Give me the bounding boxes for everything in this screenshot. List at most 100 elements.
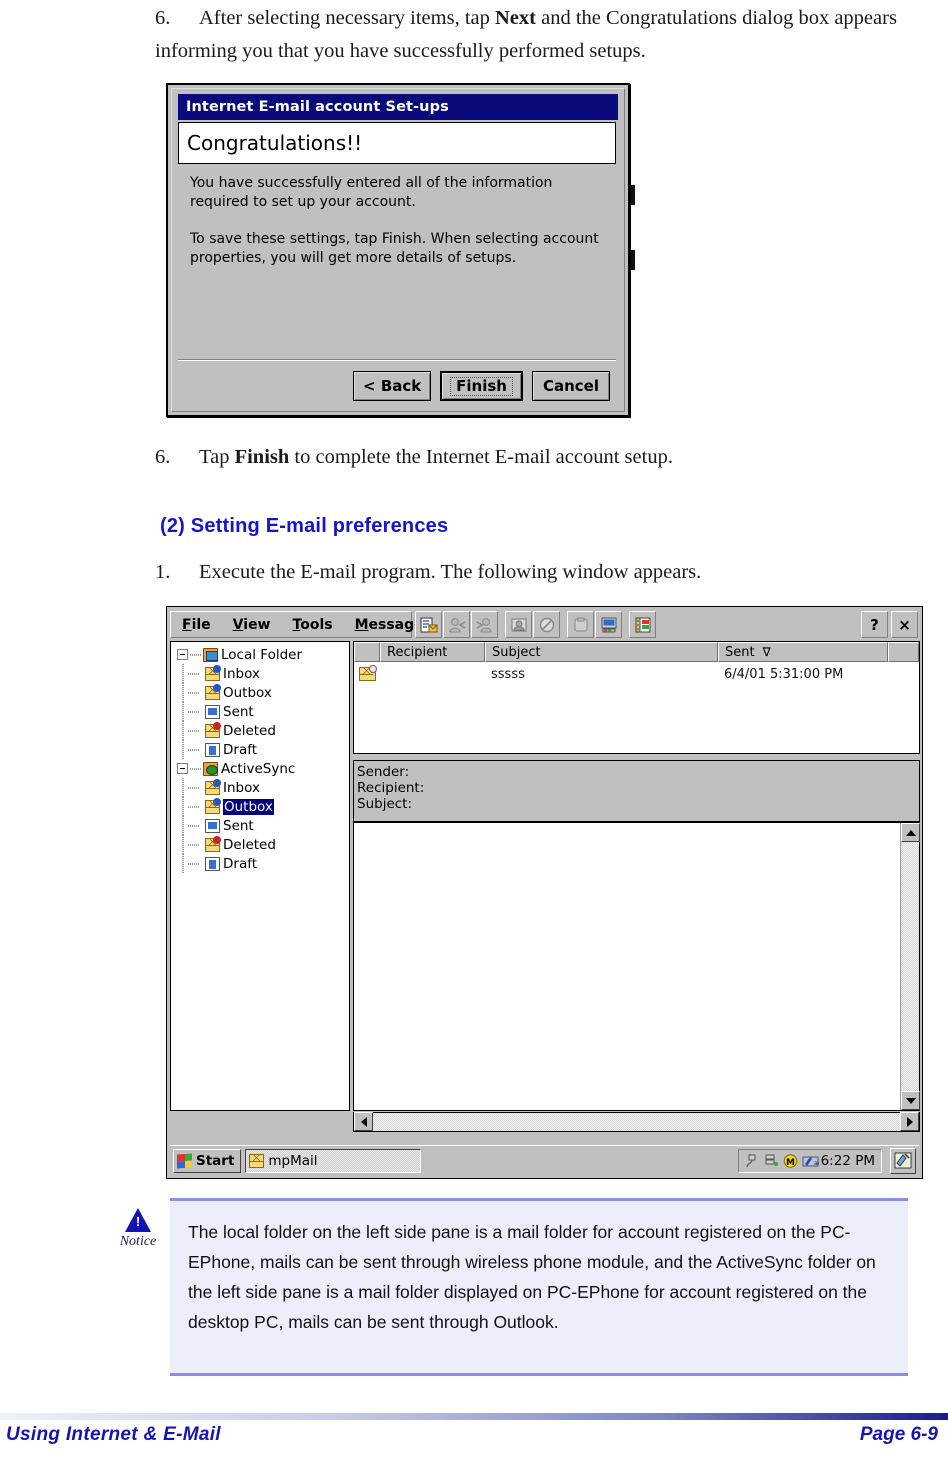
footer-page-number: Page 6-9 (859, 1424, 938, 1445)
svg-text:aA: aA (814, 1160, 819, 1167)
start-button[interactable]: Start (173, 1148, 242, 1173)
step-1-paragraph: 1. Execute the E-mail program. The follow… (155, 556, 915, 589)
back-button[interactable]: < Back (353, 371, 432, 401)
finish-button[interactable]: Finish (440, 371, 523, 401)
email-client-window: File View Tools Message ? × Local Folder… (166, 606, 923, 1179)
message-list[interactable]: Recipient Subject Sent ∇ sssss 6/4/01 5:3… (353, 641, 920, 754)
tree-item-deleted[interactable]: Deleted (171, 835, 349, 854)
input-panel-icon[interactable]: aA (802, 1154, 822, 1168)
delete-icon[interactable] (533, 611, 560, 638)
inbox-envelope-icon (205, 778, 221, 795)
step-1-text: Execute the E-mail program. The followin… (199, 561, 702, 583)
scroll-right-arrow-icon (906, 1116, 913, 1127)
tree-item-label: Deleted (223, 836, 276, 853)
tree-expander[interactable] (177, 649, 188, 660)
taskbar-item-mpmail[interactable]: mpMail (245, 1148, 422, 1173)
tree-item-label: Inbox (223, 779, 260, 796)
dialog-title-text: Internet E-mail account Set-ups (186, 99, 449, 115)
msn-icon[interactable]: M (783, 1153, 798, 1168)
tree-item-draft[interactable]: Draft (171, 740, 349, 759)
sort-descending-icon: ∇ (762, 645, 771, 659)
send-receive-icon[interactable] (595, 611, 622, 638)
message-row[interactable]: sssss 6/4/01 5:31:00 PM (354, 662, 919, 686)
deleted-envelope-icon (205, 835, 221, 852)
column-header-sent-label: Sent (725, 644, 755, 660)
tree-item-sent[interactable]: Sent (171, 702, 349, 721)
new-message-icon[interactable] (415, 611, 442, 638)
copy-icon[interactable] (567, 611, 594, 638)
tree-item-deleted[interactable]: Deleted (171, 721, 349, 740)
body-horizontal-scrollbar[interactable] (353, 1112, 920, 1132)
tree-connector (188, 687, 199, 698)
taskbar-item-label: mpMail (268, 1152, 318, 1169)
congratulations-dialog: Internet E-mail account Set-ups Congratu… (166, 83, 630, 417)
tree-connector (177, 702, 188, 721)
tree-item-label: Inbox (223, 665, 260, 682)
folder-tree[interactable]: Local Folder Inbox Outbox Sent Deleted Draft A… (170, 641, 350, 1111)
step-6b-paragraph: 6. Tap Finish to complete the Internet E-… (155, 441, 915, 474)
footer-left-text: Using Internet & E-Mail (6, 1424, 221, 1445)
forward-icon[interactable] (505, 611, 532, 638)
windows-flag-icon (177, 1152, 192, 1169)
step-6a-paragraph: 6. After selecting necessary items, tap N… (155, 2, 915, 68)
scroll-up-button[interactable] (901, 823, 920, 842)
draft-doc-icon (205, 856, 220, 871)
help-button[interactable]: ? (861, 611, 888, 638)
cancel-button[interactable]: Cancel (532, 371, 610, 401)
toolbar-group-address (629, 611, 657, 638)
step-6b-text-1: Tap (199, 446, 235, 468)
address-book-icon[interactable] (629, 611, 656, 638)
dialog-body: You have successfully entered all of the… (190, 174, 604, 286)
tree-item-activesync[interactable]: ActiveSync (171, 759, 349, 778)
message-body-pane[interactable] (353, 822, 920, 1111)
sent-page-icon (205, 704, 220, 719)
detail-subject-label: Subject: (357, 796, 413, 812)
menu-view[interactable]: View (222, 617, 282, 633)
warning-triangle-icon (125, 1208, 151, 1232)
body-vertical-scrollbar[interactable] (900, 823, 920, 1110)
tree-connector (188, 820, 199, 831)
tree-connector (188, 858, 199, 869)
dialog-button-row: < Back Finish Cancel (172, 371, 610, 401)
scroll-right-button[interactable] (900, 1112, 919, 1131)
notes-icon[interactable] (890, 1147, 916, 1174)
mail-envelope-icon (249, 1153, 265, 1168)
step-6a-text-1: After selecting necessary items, tap (199, 7, 495, 29)
tree-item-label: Draft (223, 741, 258, 758)
dialog-body-paragraph-1: You have successfully entered all of the… (190, 175, 553, 210)
tree-item-outbox[interactable]: Outbox (171, 797, 349, 816)
section-heading: (2) Setting E-mail preferences (160, 515, 449, 537)
reply-all-icon[interactable] (471, 611, 498, 638)
tree-connector (188, 801, 199, 812)
close-icon[interactable]: × (891, 611, 918, 638)
folder-icon (203, 647, 218, 662)
menu-file[interactable]: File (171, 617, 222, 633)
reply-icon[interactable] (443, 611, 470, 638)
column-header-recipient[interactable]: Recipient (380, 642, 485, 662)
step-6b-text-2: to complete the Internet E-mail account … (289, 446, 673, 468)
step-6a-bold: Next (495, 7, 536, 29)
scroll-down-button[interactable] (901, 1091, 920, 1110)
step-6a-number: 6. (155, 7, 171, 29)
tree-connector (188, 725, 199, 736)
tree-item-outbox[interactable]: Outbox (171, 683, 349, 702)
column-header-sent[interactable]: Sent ∇ (718, 642, 888, 662)
tree-item-inbox[interactable]: Inbox (171, 664, 349, 683)
network-icon[interactable] (764, 1154, 779, 1168)
column-header-icon[interactable] (354, 642, 380, 662)
tree-item-sent[interactable]: Sent (171, 816, 349, 835)
connection-icon[interactable] (745, 1152, 760, 1168)
tree-expander[interactable] (177, 763, 188, 774)
toolbar-group-compose (415, 611, 499, 638)
taskbar: Start mpMail M aA 6:22 PM (170, 1145, 919, 1175)
column-header-subject[interactable]: Subject (485, 642, 718, 662)
tree-connector (188, 668, 199, 679)
scroll-left-arrow-icon (360, 1116, 367, 1127)
menu-tools[interactable]: Tools (282, 617, 344, 633)
tree-item-draft[interactable]: Draft (171, 854, 349, 873)
scroll-left-button[interactable] (354, 1112, 373, 1131)
tree-item-inbox[interactable]: Inbox (171, 778, 349, 797)
tree-item-local-folder[interactable]: Local Folder (171, 645, 349, 664)
dialog-heading-text: Congratulations!! (187, 131, 363, 155)
tree-connector (177, 664, 188, 683)
